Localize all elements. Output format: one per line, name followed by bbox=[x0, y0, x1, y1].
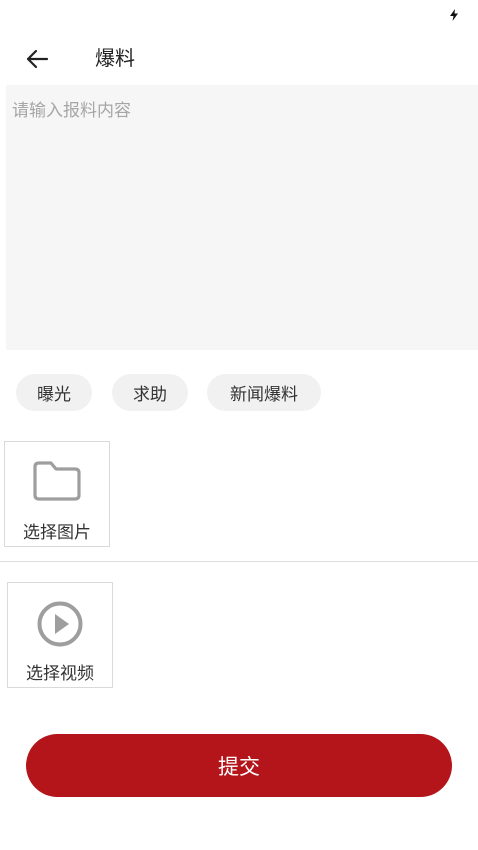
divider bbox=[0, 561, 478, 562]
status-bar bbox=[0, 0, 478, 32]
select-video-button[interactable]: 选择视频 bbox=[7, 582, 113, 688]
back-button[interactable] bbox=[20, 44, 54, 74]
select-image-label: 选择图片 bbox=[23, 523, 91, 543]
arrow-left-icon bbox=[26, 49, 49, 69]
tag-news-tip[interactable]: 新闻爆料 bbox=[207, 374, 321, 411]
select-video-label: 选择视频 bbox=[26, 664, 94, 684]
charging-bolt-icon bbox=[450, 9, 458, 21]
tag-help[interactable]: 求助 bbox=[112, 374, 188, 411]
submit-button[interactable]: 提交 bbox=[26, 734, 452, 797]
app-header: 爆料 bbox=[0, 32, 478, 84]
folder-icon bbox=[33, 461, 81, 501]
play-circle-icon bbox=[37, 601, 83, 647]
tag-exposure[interactable]: 曝光 bbox=[16, 374, 92, 411]
select-image-button[interactable]: 选择图片 bbox=[4, 441, 110, 547]
page-title: 爆料 bbox=[95, 46, 135, 70]
report-content-input[interactable] bbox=[6, 85, 478, 350]
